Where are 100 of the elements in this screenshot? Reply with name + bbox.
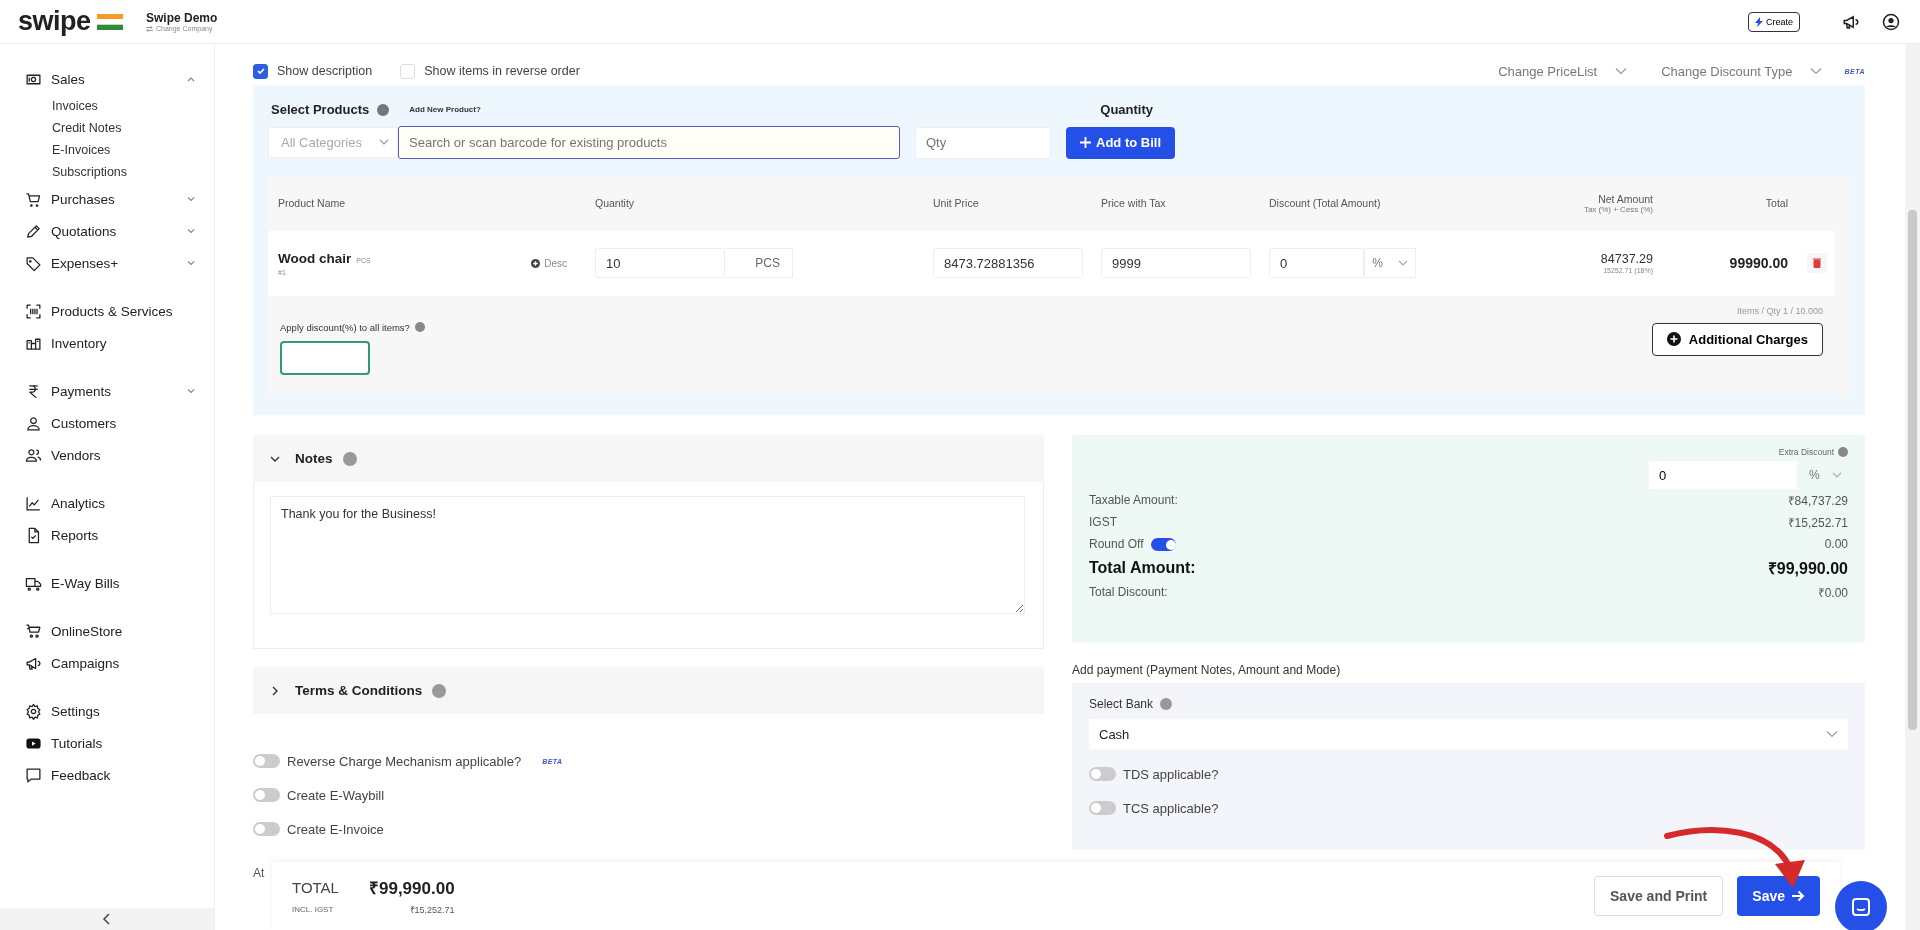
save-and-print-button[interactable]: Save and Print <box>1594 876 1724 916</box>
help-icon <box>342 451 357 466</box>
sidebar-subitem[interactable]: Credit Notes <box>25 117 214 139</box>
sidebar-item[interactable]: Purchases <box>25 183 214 215</box>
summary-label: Total Amount: <box>1089 559 1196 577</box>
notes-field[interactable]: Thank you for the Business! <box>270 496 1025 614</box>
delete-button[interactable] <box>1806 253 1827 274</box>
sidebar-item[interactable]: Quotations <box>25 215 214 247</box>
toggle-label: Create E-Invoice <box>287 821 384 837</box>
desc-button[interactable]: Desc <box>525 256 573 270</box>
apply-discount-field[interactable] <box>280 340 370 375</box>
discount-type-dropdown[interactable]: % <box>1364 248 1416 279</box>
add-to-bill-button[interactable]: Add to Bill <box>1066 126 1175 159</box>
sidebar-item[interactable]: Inventory <box>25 327 214 359</box>
sidebar-item[interactable]: Expenses+ <box>25 247 214 279</box>
sidebar-item[interactable]: Reports <box>25 519 214 551</box>
column-subheader: Tax (%) + Cess (%) <box>1583 204 1653 214</box>
unit-price-field[interactable]: 8473.72881356 <box>933 248 1083 279</box>
add-payment-title: Add payment (Payment Notes, Amount and Mode) <box>1072 663 1342 677</box>
total-label: TOTAL <box>292 879 339 896</box>
chat-button[interactable] <box>1835 881 1887 930</box>
chevron-left-icon <box>102 913 112 925</box>
sidebar-item[interactable]: E-Way Bills <box>25 567 214 599</box>
net-amount: 84737.29 <box>1600 252 1653 267</box>
toggle-switch[interactable] <box>253 822 280 836</box>
logo-text: swipe <box>18 6 91 37</box>
user-icon <box>25 414 42 432</box>
quantity-field[interactable]: 10 <box>595 248 725 279</box>
lightning-icon <box>1755 16 1763 27</box>
terms-header[interactable]: Terms & Conditions <box>253 667 1044 714</box>
swap-icon <box>146 25 153 32</box>
users-icon <box>25 446 42 464</box>
toggle-switch[interactable] <box>1151 537 1177 551</box>
summary-value: ₹99,990.00 <box>1767 559 1848 579</box>
summary-value: 0.00 <box>1824 537 1848 551</box>
store-icon <box>25 622 42 640</box>
check-icon <box>255 66 266 76</box>
checkbox-label: Show description <box>277 64 373 78</box>
chevron-down-icon <box>1615 67 1628 75</box>
scrollbar[interactable] <box>1905 44 1920 930</box>
select-products-label: Select Products <box>271 102 370 118</box>
sidebar-item[interactable]: Feedback <box>25 759 214 791</box>
save-button[interactable]: Save <box>1737 876 1820 916</box>
trash-icon <box>1812 258 1821 269</box>
add-new-product-link[interactable]: Add New Product? <box>409 105 481 115</box>
toggle-switch[interactable] <box>253 754 280 768</box>
toggle-switch[interactable] <box>1089 767 1116 781</box>
sidebar-subitem[interactable]: Subscriptions <box>25 161 214 183</box>
sidebar-item[interactable]: Settings <box>25 695 214 727</box>
summary-label: IGST <box>1089 515 1117 529</box>
extra-discount-field[interactable]: 0 <box>1649 461 1797 489</box>
user-icon[interactable] <box>1882 12 1900 31</box>
notes-header[interactable]: Notes <box>253 435 1044 482</box>
checkbox[interactable] <box>253 63 268 79</box>
sidebar-item[interactable]: Tutorials <box>25 727 214 759</box>
summary-value: ₹15,252.71 <box>1787 514 1848 531</box>
bank-dropdown[interactable]: Cash <box>1089 719 1848 749</box>
row-total: 99990.00 <box>1729 255 1788 272</box>
unit-label: PCS <box>725 248 793 279</box>
toggle-label: Create E-Waybill <box>287 787 385 803</box>
column-header: Net Amount <box>1598 192 1653 205</box>
help-icon <box>414 322 425 333</box>
sidebar-item[interactable]: OnlineStore <box>25 615 214 647</box>
arrow-right-icon <box>1792 890 1805 902</box>
discount-type-dropdown[interactable]: % <box>1803 461 1848 489</box>
price-with-tax-field[interactable]: 9999 <box>1101 248 1251 279</box>
sidebar-item[interactable]: Vendors <box>25 439 214 471</box>
toggle-switch[interactable] <box>1089 801 1116 815</box>
sidebar-item[interactable]: Products & Services <box>25 295 214 327</box>
select-bank-label: Select Bank <box>1089 697 1154 711</box>
sidebar-item[interactable]: Sales <box>25 63 214 95</box>
toggle-label: TCS applicable? <box>1123 800 1219 816</box>
apply-discount-label: Apply discount(%) to all items? <box>280 321 410 333</box>
extra-discount-label: Extra Discount <box>1778 447 1834 457</box>
cart-icon <box>25 190 42 208</box>
sidebar-item[interactable]: Campaigns <box>25 647 214 679</box>
dropdown[interactable]: Change Discount Type <box>1661 63 1823 79</box>
summary-value: ₹0.00 <box>1817 584 1848 601</box>
sidebar-item[interactable]: Analytics <box>25 487 214 519</box>
quantity-field[interactable]: Qty <box>915 126 1051 159</box>
chart-icon <box>25 494 42 512</box>
collapse-bar[interactable] <box>0 908 214 930</box>
help-icon <box>1160 698 1173 710</box>
column-header: Product Name <box>278 197 347 210</box>
sidebar-subitem[interactable]: Invoices <box>25 95 214 117</box>
scan-icon <box>25 302 42 320</box>
plus-circle-icon <box>1666 332 1681 347</box>
dropdown[interactable]: Change PriceList <box>1498 63 1628 79</box>
sidebar-subitem[interactable]: E-Invoices <box>25 139 214 161</box>
quantity-label: Quantity <box>1100 102 1153 118</box>
attachments-label: At <box>253 866 266 880</box>
sidebar-item[interactable]: Customers <box>25 407 214 439</box>
sidebar-item[interactable]: Payments <box>25 375 214 407</box>
flag-icon <box>96 13 123 30</box>
toggle-switch[interactable] <box>253 788 280 802</box>
column-header: Discount (Total Amount) <box>1269 197 1382 210</box>
search-field[interactable]: Search or scan barcode for existing products <box>398 126 900 160</box>
create-button[interactable]: Create <box>1748 11 1800 32</box>
discount-field[interactable]: 0 <box>1269 248 1364 279</box>
additional-charges-button[interactable]: Additional Charges <box>1651 322 1823 356</box>
